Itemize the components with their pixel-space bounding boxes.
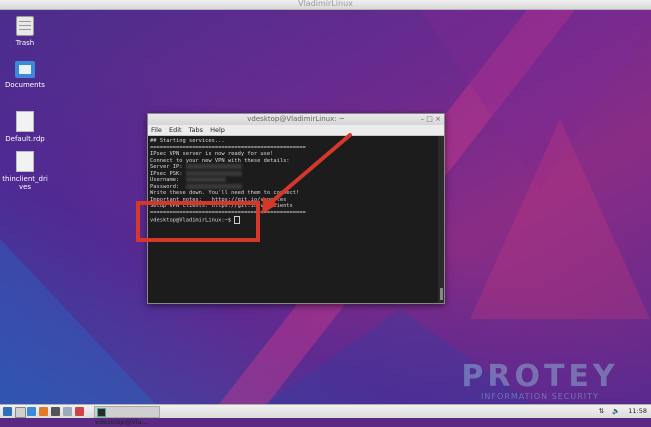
terminal-icon[interactable] [51,407,60,416]
file-manager-icon[interactable] [15,407,26,418]
watermark-logo: PROTEY INFORMATION SECURITY [440,359,640,402]
clock[interactable]: 11:58 [628,407,647,415]
folder-icon[interactable] [27,407,36,416]
browser-icon[interactable] [39,407,48,416]
watermark-main: PROTEY [461,359,619,394]
taskbar-item-label: vdesktop@Vla... [95,418,148,426]
desktop-switcher-icon[interactable] [63,407,72,416]
terminal-icon [97,407,106,417]
speaker-icon[interactable]: 🔈 [612,407,620,415]
taskbar-item-terminal[interactable]: vdesktop@Vla... [94,406,160,426]
annotation-arrow-icon [262,133,352,214]
network-icon[interactable]: ⇅ [599,407,604,415]
app-icon[interactable] [75,407,84,416]
taskbar: vdesktop@Vla... ⇅ 🔈 11:58 [0,404,651,426]
app-menu-icon[interactable] [3,407,12,416]
system-tray: ⇅ 🔈 11:58 [593,406,647,417]
